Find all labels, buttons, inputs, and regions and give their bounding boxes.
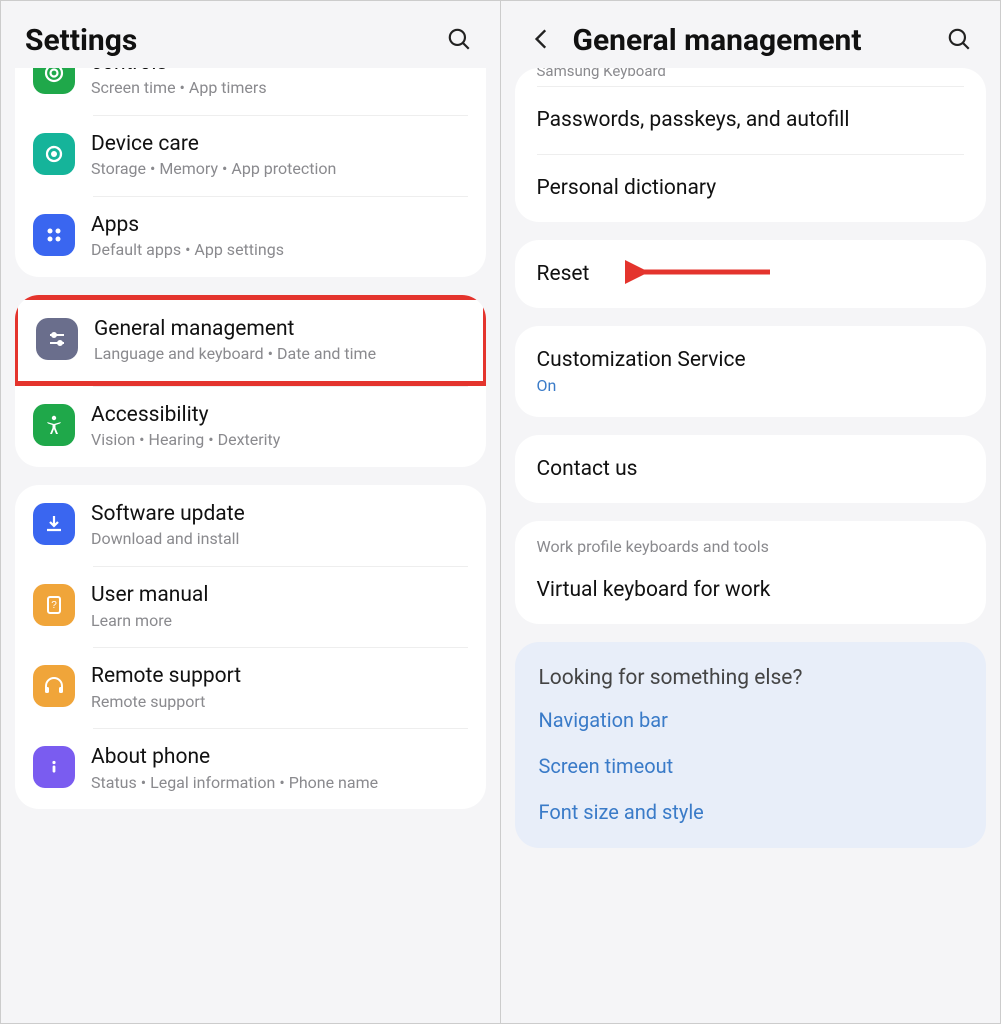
item-title: About phone [91, 744, 468, 770]
section-label-work: Work profile keyboards and tools [515, 537, 987, 566]
item-text: AccessibilityVision • Hearing • Dexterit… [91, 402, 468, 451]
item-sublabel: Samsung Keyboard [537, 68, 965, 80]
svg-text:?: ? [51, 600, 57, 611]
item-sublabel: Status • Legal information • Phone name [91, 773, 468, 794]
item-title: Reset [537, 262, 965, 286]
headset-icon [33, 665, 75, 707]
item-title: Accessibility [91, 402, 468, 428]
item-text: General managementLanguage and keyboard … [94, 316, 465, 365]
update-icon [33, 503, 75, 545]
suggestion-link-screen-timeout[interactable]: Screen timeout [539, 754, 963, 778]
suggestion-heading: Looking for something else? [539, 666, 963, 690]
settings-item-personal-dictionary[interactable]: Personal dictionary [515, 154, 987, 222]
manual-icon: ? [33, 584, 75, 626]
gm-list: Samsung Keyboard Passwords, passkeys, an… [501, 68, 1001, 848]
settings-item-general-management[interactable]: General managementLanguage and keyboard … [15, 295, 486, 386]
chevron-left-icon [529, 26, 555, 55]
gm-card-work: Work profile keyboards and tools Virtual… [515, 521, 987, 624]
item-text: AppsDefault apps • App settings [91, 212, 468, 261]
settings-item-device-care[interactable]: Device careStorage • Memory • App protec… [15, 115, 486, 196]
search-button[interactable] [942, 24, 976, 58]
settings-item-virtual-keyboard-work[interactable]: Virtual keyboard for work [515, 566, 987, 624]
item-title: Personal dictionary [537, 176, 965, 200]
info-icon [33, 746, 75, 788]
gm-card-reset: Reset [515, 240, 987, 308]
search-button[interactable] [442, 24, 476, 58]
item-sublabel: Remote support [91, 692, 468, 713]
item-title: Customization Service [537, 348, 965, 372]
item-text: User manual Learn more [91, 582, 468, 631]
page-title: General management [573, 23, 862, 58]
sliders-icon [36, 318, 78, 360]
accessibility-icon [33, 404, 75, 446]
item-title: Contact us [537, 457, 965, 481]
item-text: controls Screen time • App timers [91, 68, 468, 99]
item-title: Apps [91, 212, 468, 238]
settings-item-user-manual[interactable]: ? User manual Learn more [15, 566, 486, 647]
page-title: Settings [25, 23, 137, 58]
suggestion-link-navigation-bar[interactable]: Navigation bar [539, 708, 963, 732]
settings-list: controls Screen time • App timers Device c… [1, 68, 500, 809]
item-sublabel: Learn more [91, 611, 468, 632]
item-text: About phone Status • Legal information • … [91, 744, 468, 793]
item-title: General management [94, 316, 465, 342]
settings-card: controls Screen time • App timers Device c… [15, 68, 486, 277]
settings-item-apps[interactable]: AppsDefault apps • App settings [15, 196, 486, 277]
settings-item-software-update[interactable]: Software updateDownload and install [15, 485, 486, 566]
settings-item-reset[interactable]: Reset [515, 240, 987, 308]
settings-item-accessibility[interactable]: AccessibilityVision • Hearing • Dexterit… [15, 386, 486, 467]
item-title: User manual [91, 582, 468, 608]
item-title: Software update [91, 501, 468, 527]
search-icon [946, 26, 972, 55]
item-sublabel: Default apps • App settings [91, 240, 468, 261]
settings-item-contact-us[interactable]: Contact us [515, 435, 987, 503]
item-title: controls [91, 68, 468, 76]
gm-card-contact: Contact us [515, 435, 987, 503]
item-sublabel: Vision • Hearing • Dexterity [91, 430, 468, 451]
settings-item-keyboard[interactable]: Samsung Keyboard [515, 68, 987, 86]
item-text: Remote support Remote support [91, 663, 468, 712]
item-status: On [537, 376, 965, 395]
suggestion-link-font-size[interactable]: Font size and style [539, 800, 963, 824]
device-care-icon [33, 133, 75, 175]
gm-card-customization: Customization Service On [515, 326, 987, 417]
gm-card-keyboard: Samsung Keyboard Passwords, passkeys, an… [515, 68, 987, 222]
item-sublabel: Screen time • App timers [91, 78, 468, 99]
settings-item-passwords[interactable]: Passwords, passkeys, and autofill [515, 86, 987, 154]
general-management-pane: General management Samsung Keyboard Pass… [501, 1, 1001, 1023]
settings-item-controls[interactable]: controls Screen time • App timers [15, 68, 486, 115]
item-title: Device care [91, 131, 468, 157]
item-text: Software updateDownload and install [91, 501, 468, 550]
settings-pane: Settings controls Screen time • App timer… [1, 1, 501, 1023]
settings-card: Software updateDownload and install? User… [15, 485, 486, 809]
back-button[interactable] [525, 24, 559, 58]
settings-item-about-phone[interactable]: About phone Status • Legal information • … [15, 728, 486, 809]
suggestion-card: Looking for something else? Navigation b… [515, 642, 987, 848]
apps-icon [33, 214, 75, 256]
gm-header: General management [501, 1, 1001, 78]
item-title: Remote support [91, 663, 468, 689]
item-sublabel: Storage • Memory • App protection [91, 159, 468, 180]
settings-item-remote-support[interactable]: Remote support Remote support [15, 647, 486, 728]
item-text: Device careStorage • Memory • App protec… [91, 131, 468, 180]
wellbeing-icon [33, 68, 75, 94]
item-title: Virtual keyboard for work [537, 578, 965, 602]
settings-header: Settings [1, 1, 500, 78]
search-icon [446, 26, 472, 55]
item-sublabel: Language and keyboard • Date and time [94, 344, 465, 365]
item-title: Passwords, passkeys, and autofill [537, 108, 965, 132]
settings-card: General managementLanguage and keyboard … [15, 295, 486, 467]
settings-item-customization-service[interactable]: Customization Service On [515, 326, 987, 417]
item-sublabel: Download and install [91, 529, 468, 550]
